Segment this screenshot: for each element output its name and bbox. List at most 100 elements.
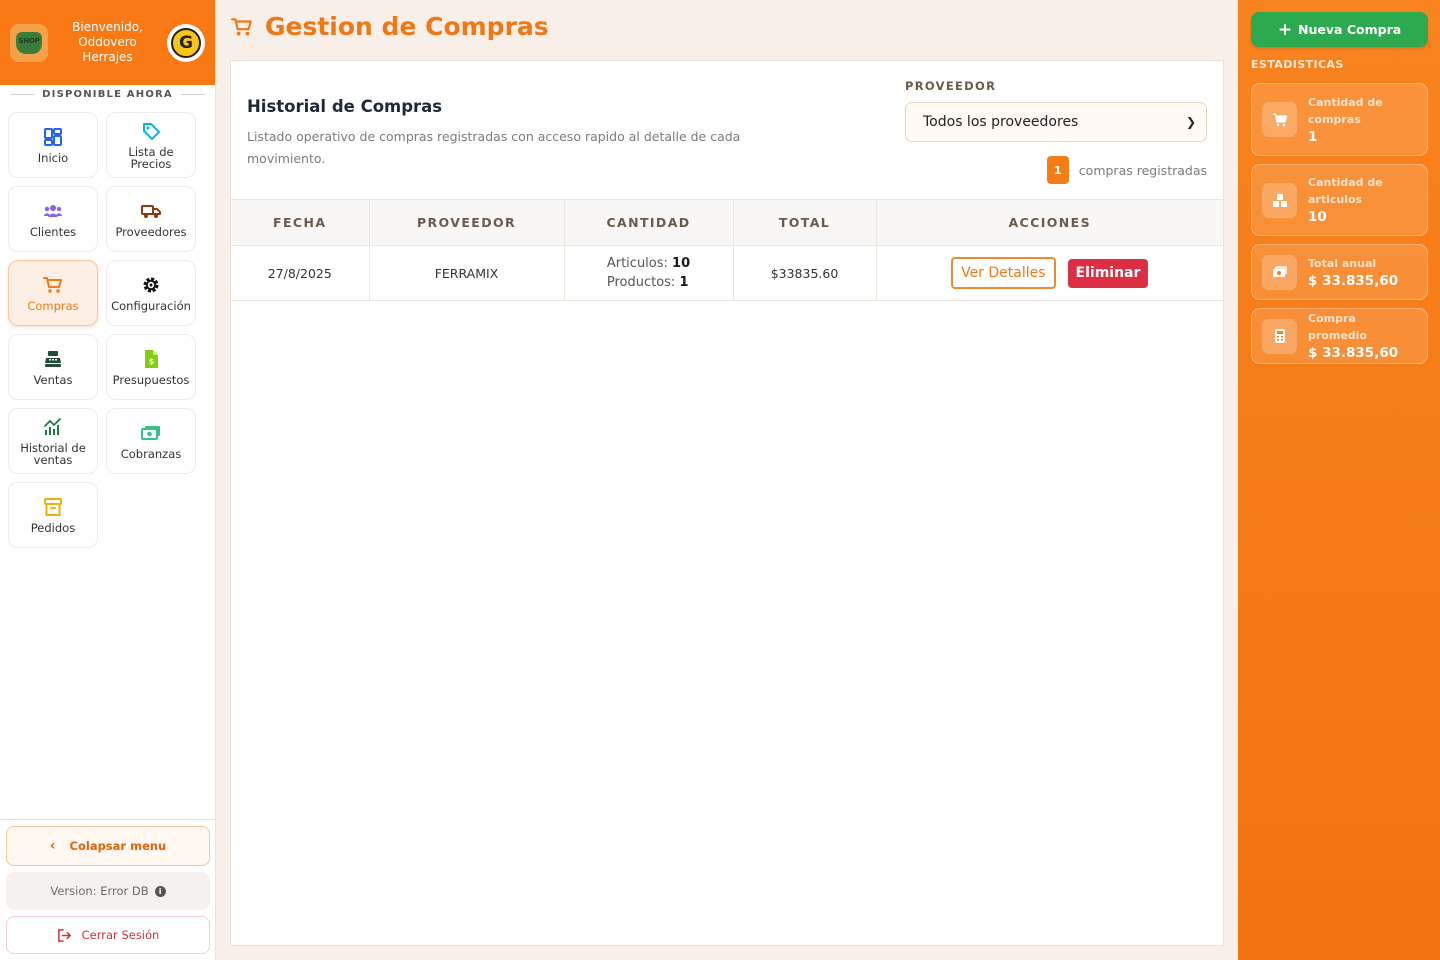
sidebar-item-label: Cobranzas <box>120 447 182 461</box>
sidebar-item-clientes[interactable]: Clientes <box>8 186 98 252</box>
welcome-text: Bienvenido, Oddovero Herrajes <box>72 20 143 64</box>
sidebar-item-label: Clientes <box>29 225 77 239</box>
stats-panel: + Nueva Compra ESTADISTICAS Cantidad de … <box>1238 0 1440 960</box>
sidebar-item-presupuestos[interactable]: $ Presupuestos <box>106 334 196 400</box>
cell-proveedor: FERRAMIX <box>369 245 565 301</box>
section-label: DISPONIBLE AHORA <box>42 88 173 100</box>
sidebar-item-ventas[interactable]: Ventas <box>8 334 98 400</box>
sidebar-item-label: Lista de Precios <box>128 145 174 171</box>
column-header-fecha: FECHA <box>231 199 370 246</box>
cart-icon <box>43 274 63 296</box>
cash-register-icon <box>43 348 63 370</box>
stat-total-anual: Total anual $ 33.835,60 <box>1251 244 1428 300</box>
cell-acciones: Ver Detalles Eliminar <box>876 246 1223 301</box>
delete-button[interactable]: Eliminar <box>1067 258 1149 288</box>
provider-filter: PROVEEDOR Todos los proveedores ❯ 1 comp… <box>905 79 1207 184</box>
stats-title: ESTADISTICAS <box>1251 58 1344 71</box>
stat-value: 10 <box>1308 209 1327 225</box>
sidebar-item-compras[interactable]: Compras <box>8 260 98 326</box>
card-description: Listado operativo de compras registradas… <box>247 129 741 166</box>
sidebar-item-cobranzas[interactable]: Cobranzas <box>106 408 196 474</box>
page-title: Gestion de Compras <box>231 12 549 41</box>
users-icon <box>43 200 63 222</box>
column-header-total: TOTAL <box>733 199 877 246</box>
gear-icon <box>141 274 161 296</box>
new-purchase-button[interactable]: + Nueva Compra <box>1251 12 1428 47</box>
sidebar: SHOP Bienvenido, Oddovero Herrajes G DIS… <box>0 0 216 960</box>
nav-grid: Inicio Lista de Precios Clientes Proveed… <box>8 112 200 548</box>
cart-icon <box>1262 102 1297 137</box>
articulos-label: Articulos: <box>606 256 668 271</box>
info-icon[interactable]: i <box>154 885 166 897</box>
cell-fecha: 27/8/2025 <box>231 245 370 301</box>
provider-filter-label: PROVEEDOR <box>905 79 997 93</box>
sidebar-footer: ‹ Colapsar menu Version: Error DB i Cerr… <box>0 819 216 960</box>
shop-logo: SHOP <box>10 23 48 62</box>
chevron-left-icon: ‹ <box>49 838 56 854</box>
count-text: compras registradas <box>1078 162 1207 178</box>
truck-icon <box>141 200 161 222</box>
chart-icon <box>43 416 63 438</box>
sidebar-item-lista-precios[interactable]: Lista de Precios <box>106 112 196 178</box>
card-title: Historial de Compras <box>247 97 443 116</box>
provider-select[interactable]: Todos los proveedores ❯ <box>905 102 1207 142</box>
chevron-down-icon: ❯ <box>1185 115 1196 129</box>
card-header: Historial de Compras Listado operativo d… <box>247 97 807 170</box>
sidebar-item-label: Historial de ventas <box>20 441 86 467</box>
stat-compra-promedio: Compra promedio $ 33.835,60 <box>1251 308 1428 364</box>
version-label: Version: Error DB <box>50 884 149 898</box>
logout-icon <box>57 928 71 942</box>
stat-cantidad-articulos: Cantidad de articulos 10 <box>1251 164 1428 236</box>
sidebar-item-historial-ventas[interactable]: Historial de ventas <box>8 408 98 474</box>
sidebar-item-inicio[interactable]: Inicio <box>8 112 98 178</box>
sidebar-item-label: Compras <box>27 299 79 313</box>
cell-cantidad: Articulos: 10 Productos: 1 <box>564 245 734 301</box>
sidebar-item-label: Configuración <box>111 299 191 313</box>
sidebar-item-pedidos[interactable]: Pedidos <box>8 482 98 548</box>
collapse-menu-button[interactable]: ‹ Colapsar menu <box>6 826 210 866</box>
table-row: 27/8/2025 FERRAMIX Articulos: 10 Product… <box>231 245 1223 301</box>
purchases-table: FECHA PROVEEDOR CANTIDAD TOTAL ACCIONES … <box>231 199 1223 301</box>
purchase-count: 1 compras registradas <box>905 156 1207 184</box>
stat-value: $ 33.835,60 <box>1308 345 1399 361</box>
tag-icon <box>141 120 161 142</box>
new-purchase-label: Nueva Compra <box>1298 22 1402 37</box>
column-header-acciones: ACCIONES <box>1008 215 1091 230</box>
stat-label: Total anual <box>1308 256 1377 270</box>
sidebar-item-label: Pedidos <box>30 521 76 535</box>
box-icon <box>43 496 63 518</box>
logout-button[interactable]: Cerrar Sesión <box>6 916 210 954</box>
version-info: Version: Error DB i <box>6 872 210 910</box>
sidebar-item-label: Presupuestos <box>112 373 190 387</box>
page-title-text: Gestion de Compras <box>265 12 549 41</box>
sidebar-item-label: Proveedores <box>115 225 187 239</box>
brand-logo: G <box>167 23 205 62</box>
sidebar-item-label: Ventas <box>33 373 73 387</box>
sidebar-item-proveedores[interactable]: Proveedores <box>106 186 196 252</box>
cart-icon <box>231 17 252 35</box>
count-badge: 1 <box>1046 156 1069 184</box>
view-details-button[interactable]: Ver Detalles <box>951 257 1056 289</box>
stat-label: Cantidad de articulos <box>1308 176 1383 206</box>
sidebar-item-label: Inicio <box>37 151 69 165</box>
section-divider: DISPONIBLE AHORA <box>0 87 215 101</box>
money-icon <box>141 422 161 444</box>
invoice-icon: $ <box>141 348 161 370</box>
column-header-proveedor: PROVEEDOR <box>369 199 565 246</box>
articulos-value: 10 <box>672 256 691 271</box>
stat-label: Cantidad de compras <box>1308 95 1383 126</box>
dashboard-icon <box>43 126 63 148</box>
cell-total: $33835.60 <box>733 245 877 301</box>
table-header-row: FECHA PROVEEDOR CANTIDAD TOTAL ACCIONES <box>231 199 1223 246</box>
stat-label: Compra promedio <box>1308 312 1367 342</box>
collapse-menu-label: Colapsar menu <box>69 839 167 853</box>
sidebar-item-configuracion[interactable]: Configuración <box>106 260 196 326</box>
money-icon <box>1262 254 1297 290</box>
provider-select-value: Todos los proveedores <box>923 114 1079 130</box>
stat-value: 1 <box>1308 128 1318 145</box>
stat-value: $ 33.835,60 <box>1308 272 1399 289</box>
stat-cantidad-compras: Cantidad de compras 1 <box>1251 83 1428 156</box>
column-header-cantidad: CANTIDAD <box>564 199 734 246</box>
plus-icon: + <box>1277 19 1293 40</box>
svg-text:$: $ <box>149 357 155 366</box>
